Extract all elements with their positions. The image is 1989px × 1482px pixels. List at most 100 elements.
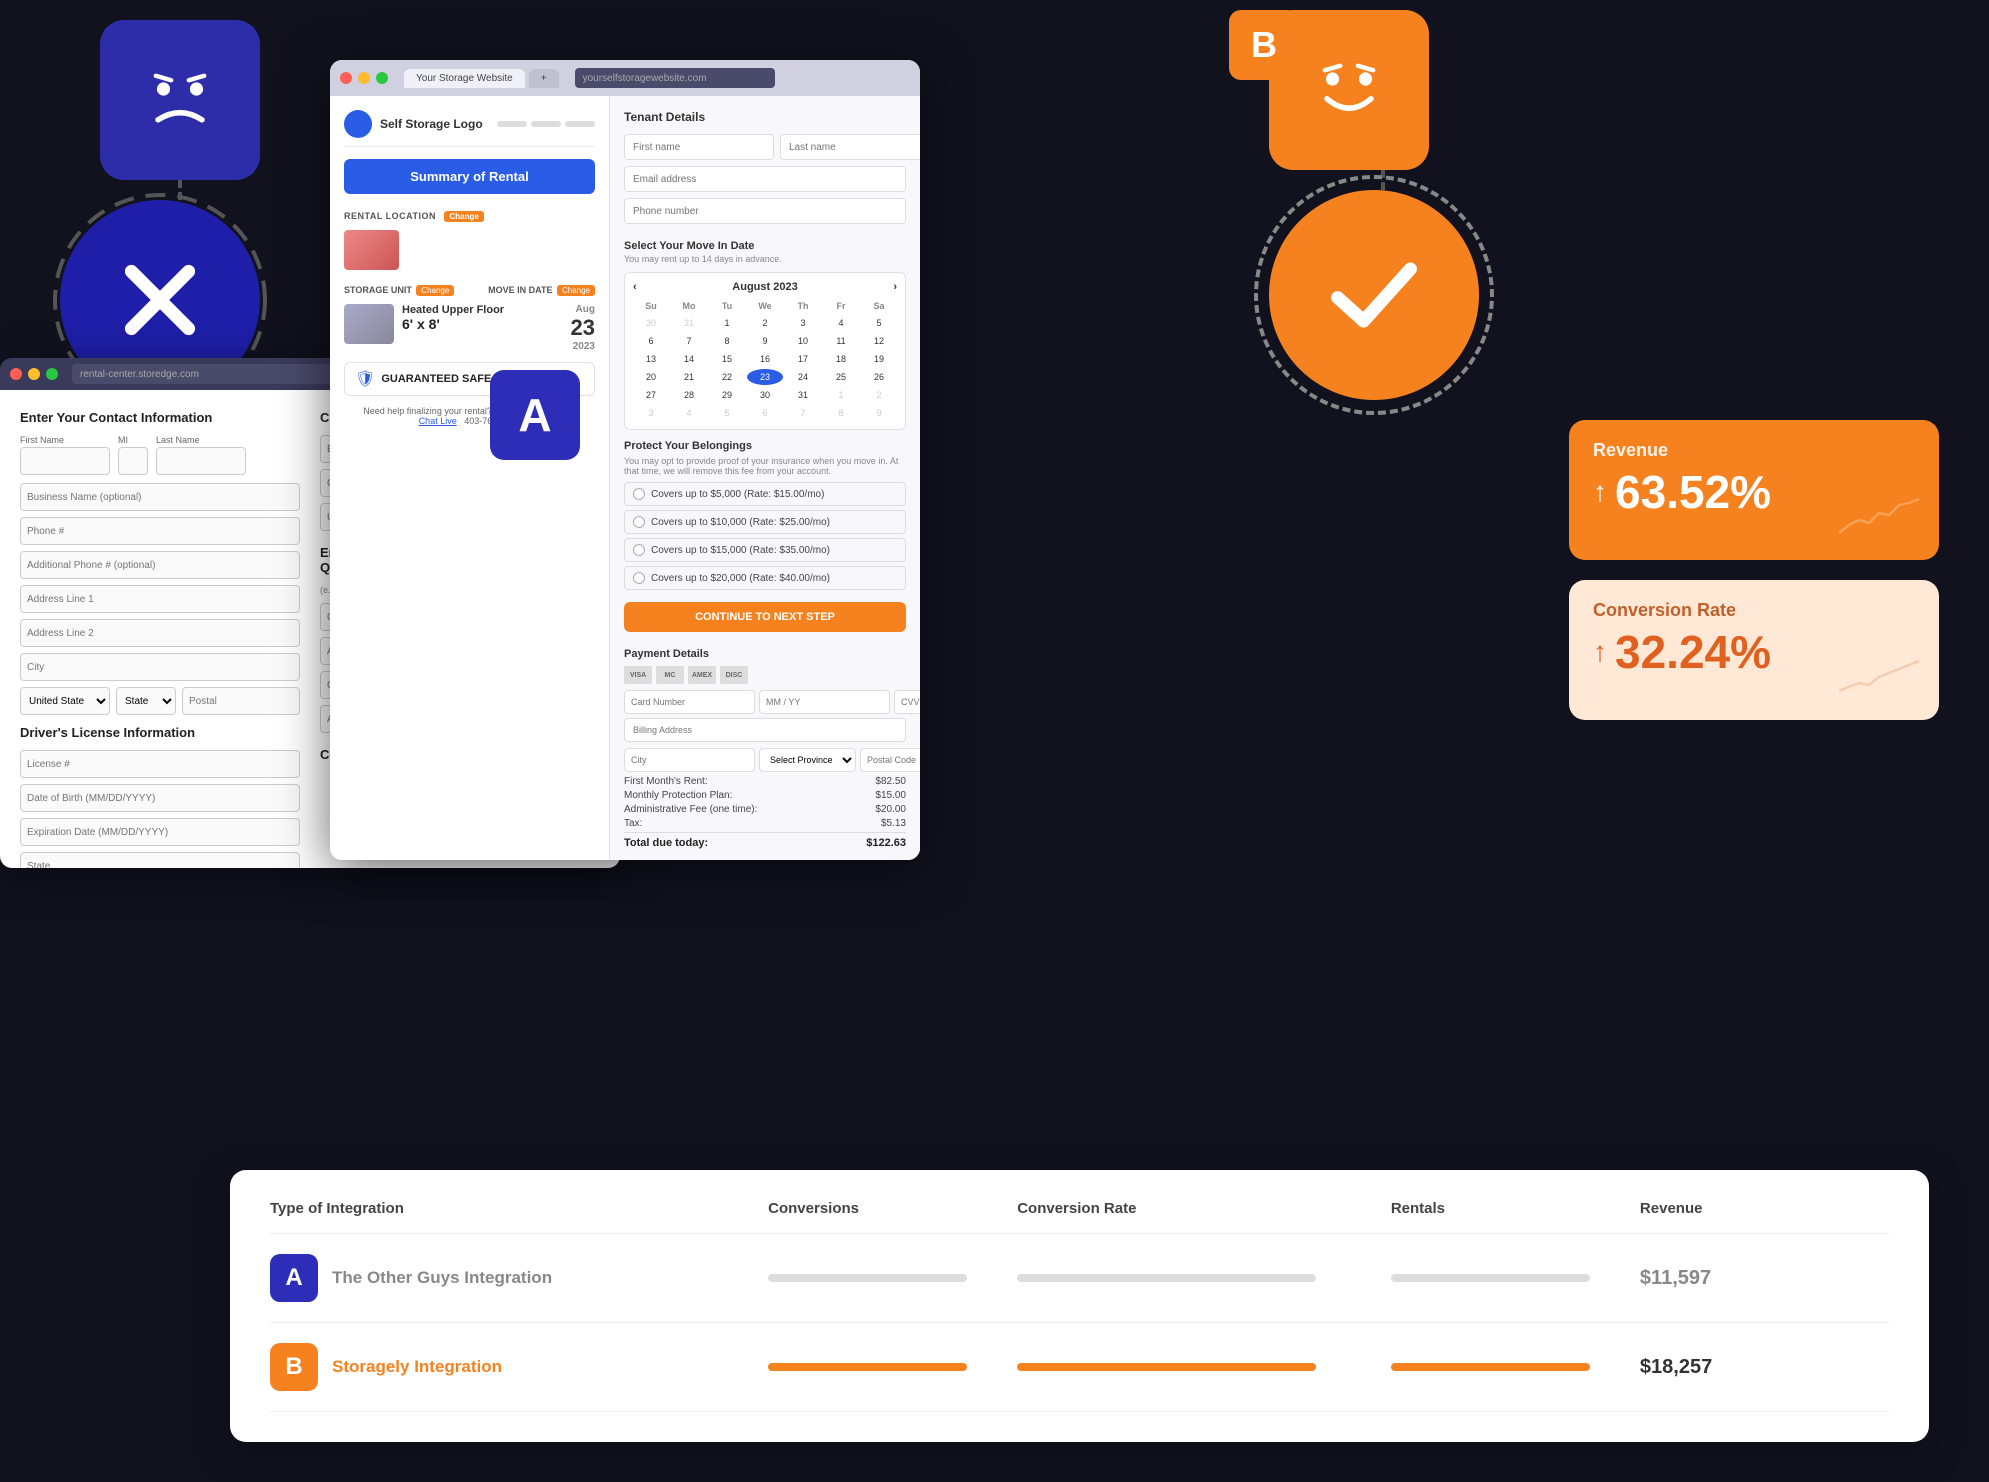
cal-day[interactable]: 5 [709,405,745,421]
cal-day[interactable]: 28 [671,387,707,403]
cal-day[interactable]: 30 [747,387,783,403]
cal-day[interactable]: 5 [861,315,897,331]
card-number-input[interactable] [624,690,755,714]
additional-phone-input[interactable] [20,551,300,579]
expiration-input[interactable] [20,818,300,846]
maximize-dot[interactable] [46,368,58,380]
cal-day[interactable]: 31 [671,315,707,331]
maximize-dot-b[interactable] [376,72,388,84]
cal-day[interactable]: 1 [823,387,859,403]
insurance-option-2[interactable]: Covers up to $10,000 (Rate: $25.00/mo) [624,510,906,534]
address2-input[interactable] [20,619,300,647]
cal-day[interactable]: 4 [671,405,707,421]
cal-day[interactable]: 12 [861,333,897,349]
cal-day[interactable]: 18 [823,351,859,367]
revenue-arrow: ↑ [1593,476,1607,508]
insurance-option-3[interactable]: Covers up to $15,000 (Rate: $35.00/mo) [624,538,906,562]
dob-input[interactable] [20,784,300,812]
cal-day[interactable]: 1 [709,315,745,331]
cal-day[interactable]: 3 [633,405,669,421]
business-name-input[interactable] [20,483,300,511]
cal-day[interactable]: 8 [823,405,859,421]
cal-day[interactable]: 9 [861,405,897,421]
col-rentals: Rentals [1391,1200,1640,1217]
cal-day[interactable]: 2 [747,315,783,331]
cal-day[interactable]: 31 [785,387,821,403]
phone-input[interactable] [20,517,300,545]
logo-circle [344,110,372,138]
conversion-chart [1839,655,1919,700]
country-select[interactable]: United State [20,687,110,715]
row-a-rentals [1391,1274,1640,1282]
radio-3[interactable] [633,544,645,556]
cal-day[interactable]: 14 [671,351,707,367]
radio-4[interactable] [633,572,645,584]
last-name-input[interactable] [156,447,246,475]
first-name-input[interactable] [20,447,110,475]
radio-1[interactable] [633,488,645,500]
state-select[interactable]: State [116,687,176,715]
address1-input[interactable] [20,585,300,613]
close-dot[interactable] [10,368,22,380]
cal-day[interactable]: 26 [861,369,897,385]
next-month-btn[interactable]: › [893,281,897,293]
continue-btn[interactable]: CONTINUE TO NEXT STEP [624,602,906,632]
cal-day[interactable]: 4 [823,315,859,331]
active-tab-b[interactable]: Your Storage Website [404,69,525,88]
chat-live-link[interactable]: Chat Live [419,416,457,426]
city-input[interactable] [20,653,300,681]
cal-day[interactable]: 29 [709,387,745,403]
postal-input[interactable] [182,687,300,715]
postal-code-input[interactable] [860,748,920,772]
cal-day[interactable]: 10 [785,333,821,349]
cal-header-th: Th [785,299,821,313]
cal-day[interactable]: 8 [709,333,745,349]
cal-day[interactable]: 6 [633,333,669,349]
cal-day[interactable]: 7 [785,405,821,421]
cal-day[interactable]: 21 [671,369,707,385]
insurance-option-1[interactable]: Covers up to $5,000 (Rate: $15.00/mo) [624,482,906,506]
tenant-first-name[interactable] [624,134,774,160]
cal-day[interactable]: 30 [633,315,669,331]
url-bar-b[interactable]: yourselfstoragewebsite.com [575,68,775,88]
cal-day[interactable]: 24 [785,369,821,385]
conversion-percentage: 32.24% [1615,625,1771,679]
summary-btn[interactable]: Summary of Rental [344,159,595,194]
tenant-last-name[interactable] [780,134,920,160]
conversion-card: Conversion Rate ↑ 32.24% [1569,580,1939,720]
expiry-input[interactable] [759,690,890,714]
tenant-email[interactable] [624,166,906,192]
mi-input[interactable] [118,447,148,475]
cal-day[interactable]: 20 [633,369,669,385]
tenant-phone[interactable] [624,198,906,224]
insurance-option-4[interactable]: Covers up to $20,000 (Rate: $40.00/mo) [624,566,906,590]
radio-2[interactable] [633,516,645,528]
cal-day[interactable]: 27 [633,387,669,403]
cvv-input[interactable] [894,690,920,714]
dl-state-input[interactable] [20,852,300,868]
license-input[interactable] [20,750,300,778]
cal-day[interactable]: 2 [861,387,897,403]
minimize-dot[interactable] [28,368,40,380]
prev-month-btn[interactable]: ‹ [633,281,637,293]
cal-day[interactable]: 22 [709,369,745,385]
province-select[interactable]: Select Province [759,748,856,772]
billing-city-input[interactable] [624,748,755,772]
minimize-dot-b[interactable] [358,72,370,84]
cal-day[interactable]: 15 [709,351,745,367]
cal-day[interactable]: 16 [747,351,783,367]
cal-day[interactable]: 25 [823,369,859,385]
dl-section-title: Driver's License Information [20,725,300,740]
cal-day[interactable]: 9 [747,333,783,349]
cal-day[interactable]: 3 [785,315,821,331]
billing-address-input[interactable] [624,718,906,742]
cal-day[interactable]: 13 [633,351,669,367]
cal-day-selected[interactable]: 23 [747,369,783,385]
close-dot-b[interactable] [340,72,352,84]
cal-day[interactable]: 19 [861,351,897,367]
cal-day[interactable]: 6 [747,405,783,421]
tab-b-2[interactable]: + [529,69,559,88]
cal-day[interactable]: 17 [785,351,821,367]
cal-day[interactable]: 11 [823,333,859,349]
cal-day[interactable]: 7 [671,333,707,349]
